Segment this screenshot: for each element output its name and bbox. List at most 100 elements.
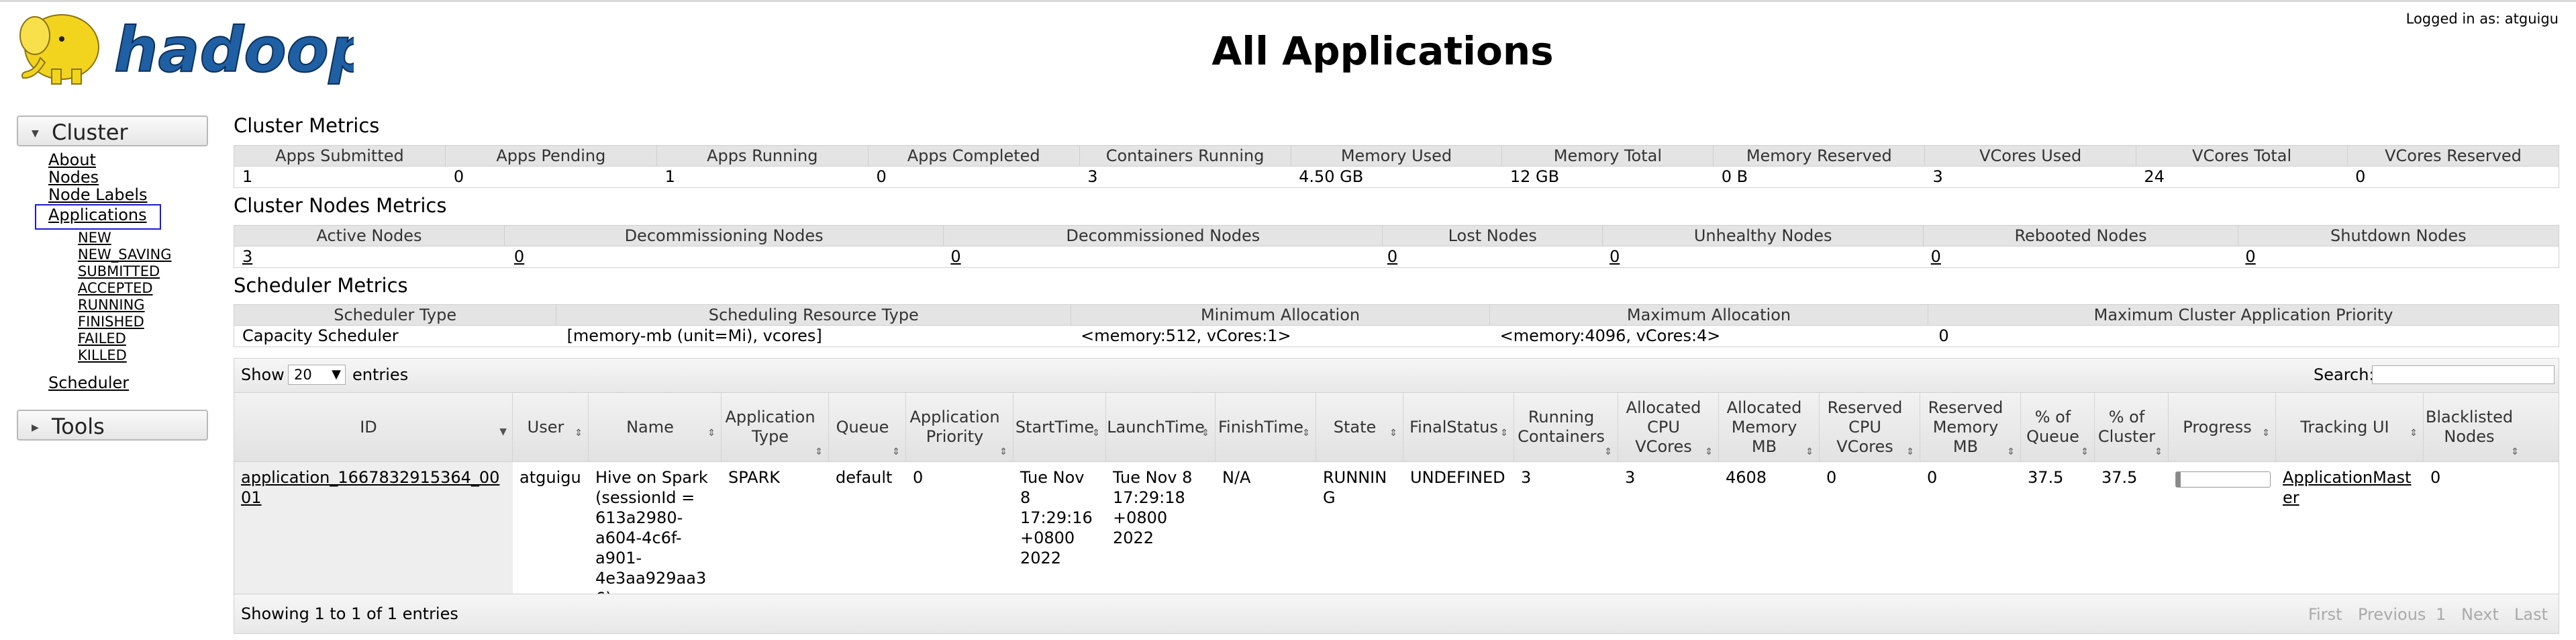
col-label: Queue <box>836 417 889 437</box>
chevron-down-icon: ▼ <box>332 367 341 381</box>
nav-state-submitted[interactable]: SUBMITTED <box>78 263 160 279</box>
nav-state-accepted[interactable]: ACCEPTED <box>78 280 153 296</box>
header-apps-submitted: Apps Submitted <box>234 146 446 166</box>
header-apps-completed: Apps Completed <box>869 146 1080 166</box>
pager-previous[interactable]: Previous <box>2358 605 2426 624</box>
pager-first[interactable]: First <box>2308 605 2342 624</box>
sort-desc-icon: ▼ <box>499 426 507 437</box>
showing-info: Showing 1 to 1 of 1 entries <box>241 604 458 623</box>
value-apps-pending: 0 <box>453 167 464 186</box>
nav-state-new[interactable]: NEW <box>78 230 111 246</box>
value-lost-nodes[interactable]: 0 <box>1379 246 1601 267</box>
logo-text: hadoop <box>114 14 354 86</box>
cell-launch-time: Tue Nov 8 17:29:18 +0800 2022 <box>1113 468 1193 547</box>
nav-cluster-header[interactable]: ▼ Cluster <box>17 116 208 146</box>
nav-state-finished[interactable]: FINISHED <box>78 314 144 330</box>
col-tracking-ui[interactable]: Tracking UI ⇕ <box>2276 393 2424 461</box>
nav-state-killed[interactable]: KILLED <box>78 347 127 363</box>
col-user[interactable]: User ⇕ <box>513 393 589 461</box>
col-label: Allocated CPU VCores <box>1626 398 1701 456</box>
nav-link-about[interactable]: About <box>48 150 96 169</box>
col-launch-time[interactable]: LaunchTime ⇕ <box>1106 393 1216 461</box>
header-memory-reserved: Memory Reserved <box>1714 146 1926 166</box>
value-decommissioned-nodes[interactable]: 0 <box>942 246 1379 267</box>
header-scheduling-resource-type: Scheduling Resource Type <box>556 305 1072 325</box>
header-maximum-allocation: Maximum Allocation <box>1490 305 1929 325</box>
cell-running-containers: 3 <box>1521 468 1532 487</box>
col-pct-queue[interactable]: % of Queue ⇕ <box>2021 393 2095 461</box>
col-allocated-memory[interactable]: Allocated Memory MB ⇕ <box>1719 393 1820 461</box>
pager-next[interactable]: Next <box>2461 605 2499 624</box>
cell-allocated-vcores: 3 <box>1625 468 1636 487</box>
page-title: All Applications <box>1211 28 1554 74</box>
scheduler-metrics-header-row: Scheduler Type Scheduling Resource Type … <box>234 304 2559 326</box>
value-active-nodes[interactable]: 3 <box>234 246 506 267</box>
col-label: StartTime <box>1015 417 1095 437</box>
value-apps-submitted: 1 <box>242 167 253 186</box>
header-rebooted-nodes: Rebooted Nodes <box>1924 226 2238 246</box>
col-id[interactable]: ID ▼ <box>234 393 513 461</box>
header-minimum-allocation: Minimum Allocation <box>1071 305 1490 325</box>
cell-pct-queue: 37.5 <box>2028 468 2064 487</box>
value-shutdown-nodes[interactable]: 0 <box>2237 246 2559 267</box>
col-label: Allocated Memory MB <box>1726 398 1802 456</box>
value-rebooted-nodes[interactable]: 0 <box>1923 246 2238 267</box>
col-running-containers[interactable]: Running Containers ⇕ <box>1514 393 1618 461</box>
col-start-time[interactable]: StartTime ⇕ <box>1013 393 1106 461</box>
col-allocated-vcores[interactable]: Allocated CPU VCores ⇕ <box>1618 393 1719 461</box>
sort-icon: ⇕ <box>2154 447 2163 457</box>
col-blacklisted-nodes[interactable]: Blacklisted Nodes ⇕ <box>2424 393 2524 461</box>
header-decommissioning-nodes: Decommissioning Nodes <box>505 226 944 246</box>
col-progress[interactable]: Progress ⇕ <box>2169 393 2276 461</box>
sort-icon: ⇕ <box>1389 428 1397 439</box>
tracking-ui-link[interactable]: ApplicationMaster <box>2283 468 2411 507</box>
sort-icon: ⇕ <box>1201 428 1209 439</box>
value-unhealthy-nodes[interactable]: 0 <box>1601 246 1923 267</box>
col-pct-cluster[interactable]: % of Cluster ⇕ <box>2095 393 2169 461</box>
pager-last[interactable]: Last <box>2514 605 2548 624</box>
scheduler-metrics-title: Scheduler Metrics <box>234 274 408 297</box>
nav-link-node-labels[interactable]: Node Labels <box>48 185 148 204</box>
nav-state-running[interactable]: RUNNING <box>78 297 145 313</box>
cluster-metrics-header-row: Apps Submitted Apps Pending Apps Running… <box>234 145 2559 167</box>
nav-state-new-saving[interactable]: NEW_SAVING <box>78 246 172 263</box>
value-decommissioning-nodes[interactable]: 0 <box>506 246 942 267</box>
header-unhealthy-nodes: Unhealthy Nodes <box>1603 226 1924 246</box>
app-id-link[interactable]: application_1667832915364_0001 <box>241 468 499 507</box>
col-finish-time[interactable]: FinishTime ⇕ <box>1216 393 1316 461</box>
col-final-status[interactable]: FinalStatus ⇕ <box>1403 393 1514 461</box>
nav-link-applications[interactable]: Applications <box>48 205 147 224</box>
sort-icon: ⇕ <box>1302 428 1310 439</box>
entries-label: entries <box>352 365 409 384</box>
search-input[interactable] <box>2372 365 2555 384</box>
sort-icon: ⇕ <box>1092 428 1100 439</box>
triangle-right-icon: ▶ <box>32 422 39 433</box>
search-label: Search: <box>2314 365 2375 384</box>
col-reserved-vcores[interactable]: Reserved CPU VCores ⇕ <box>1820 393 1920 461</box>
col-name[interactable]: Name ⇕ <box>589 393 722 461</box>
nav-link-scheduler[interactable]: Scheduler <box>48 373 129 392</box>
col-label: LaunchTime <box>1107 417 1205 437</box>
col-application-priority[interactable]: Application Priority ⇕ <box>906 393 1013 461</box>
nav-state-failed[interactable]: FAILED <box>78 330 126 347</box>
header-active-nodes: Active Nodes <box>234 226 505 246</box>
col-label: Reserved CPU VCores <box>1827 398 1903 456</box>
col-state[interactable]: State ⇕ <box>1316 393 1403 461</box>
nav-link-nodes[interactable]: Nodes <box>48 168 99 187</box>
pager-page-1[interactable]: 1 <box>2436 605 2446 624</box>
col-label: Name <box>626 417 674 437</box>
cell-queue: default <box>836 468 893 487</box>
value-apps-completed: 0 <box>876 167 887 186</box>
col-label: Application Priority <box>909 408 1000 446</box>
header-containers-running: Containers Running <box>1080 146 1291 166</box>
nav-tools-header[interactable]: ▶ Tools <box>17 410 208 441</box>
sort-icon: ⇕ <box>1906 447 1914 457</box>
nav-tools-title: Tools <box>52 414 105 439</box>
col-application-type[interactable]: Application Type ⇕ <box>722 393 829 461</box>
col-queue[interactable]: Queue ⇕ <box>829 393 906 461</box>
page-size-select[interactable]: 20 ▼ <box>288 365 346 385</box>
col-reserved-memory[interactable]: Reserved Memory MB ⇕ <box>1920 393 2021 461</box>
header-decommissioned-nodes: Decommissioned Nodes <box>944 226 1383 246</box>
nodes-metrics-title: Cluster Nodes Metrics <box>234 194 447 217</box>
col-label: Application Type <box>725 408 815 446</box>
